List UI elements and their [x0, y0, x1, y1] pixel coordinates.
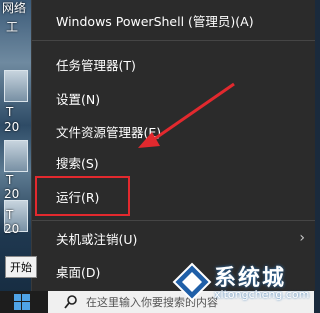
watermark-logo-icon [172, 262, 212, 302]
watermark-url: xitongcheng.com [214, 288, 310, 301]
site-watermark: 系统城 xitongcheng.com [170, 258, 314, 310]
windows-start-icon[interactable] [14, 294, 30, 310]
search-icon [64, 295, 77, 309]
start-tooltip: 开始 [5, 256, 37, 278]
